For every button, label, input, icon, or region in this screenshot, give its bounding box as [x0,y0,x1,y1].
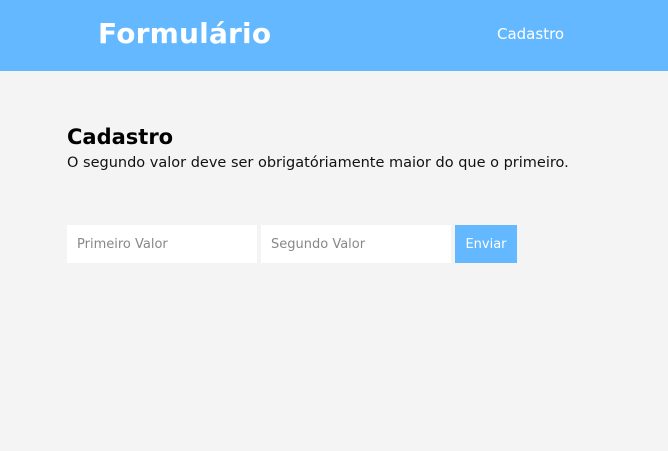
brand-title: Formulário [98,17,272,50]
submit-button[interactable]: Enviar [455,225,517,263]
page-title: Cadastro [67,125,174,149]
nav-link-cadastro[interactable]: Cadastro [497,23,564,45]
first-value-input[interactable] [67,225,257,263]
top-header: Formulário Cadastro [0,0,668,71]
page-description: O segundo valor deve ser obrigatóriament… [67,155,569,171]
second-value-input[interactable] [261,225,451,263]
main-content: Cadastro O segundo valor deve ser obriga… [0,71,668,451]
